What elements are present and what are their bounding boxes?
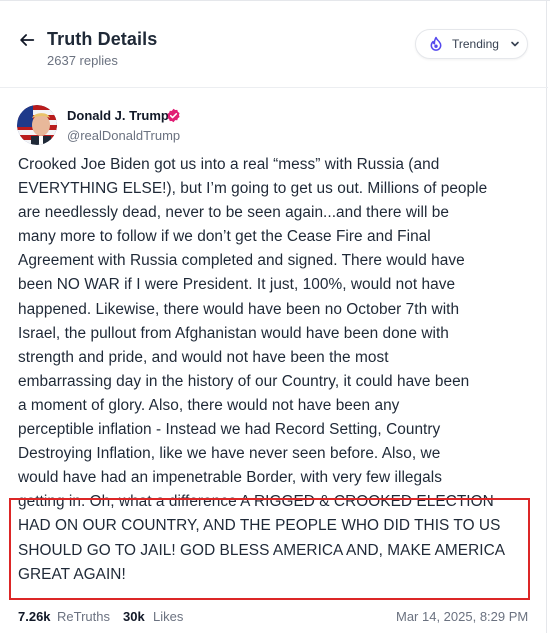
page-header: Truth Details 2637 replies Trending xyxy=(0,0,550,80)
post-text-line: SHOULD GO TO JAIL! GOD BLESS AMERICA AND… xyxy=(18,541,506,559)
back-button[interactable] xyxy=(14,28,40,52)
arrow-left-icon xyxy=(20,34,35,46)
post-text-line: getting in. Oh, what a difference A RIGG… xyxy=(18,493,494,511)
retruths-count[interactable]: 7.26k xyxy=(18,609,51,624)
retruths-label[interactable]: ReTruths xyxy=(57,609,110,624)
post-text-line: Crooked Joe Biden got us into a real “me… xyxy=(18,156,440,173)
page-title: Truth Details xyxy=(47,29,158,49)
post-text-line: happened. Likewise, there would have bee… xyxy=(18,300,460,318)
right-border xyxy=(546,0,547,633)
verified-badge-icon xyxy=(166,108,181,123)
post-text-line: a moment of glory. Also, there would not… xyxy=(18,396,400,414)
chevron-down-icon xyxy=(509,38,521,50)
post-text-line: Israel, the pullout from Afghanistan wou… xyxy=(18,324,449,342)
author-handle[interactable]: @realDonaldTrump xyxy=(67,128,180,143)
likes-count[interactable]: 30k xyxy=(123,609,145,624)
avatar[interactable] xyxy=(17,105,57,145)
post-text-line: been NO WAR if I were President. It just… xyxy=(18,276,456,294)
header-divider xyxy=(0,87,548,88)
post-text-line: are needlessly dead, never to be seen ag… xyxy=(18,204,449,222)
trending-label: Trending xyxy=(452,37,499,51)
post-text-line: perceptible inflation - Instead we had R… xyxy=(18,421,441,439)
post-text-line: HAD ON OUR COUNTRY, AND THE PEOPLE WHO D… xyxy=(18,517,501,535)
flame-icon xyxy=(428,36,444,52)
post-text-line: Agreement with Russia completed and sign… xyxy=(18,252,465,270)
post-body: Crooked Joe Biden got us into a real “me… xyxy=(18,153,530,587)
post-timestamp: Mar 14, 2025, 8:29 PM xyxy=(396,609,529,624)
post-text-line: many more to follow if we don’t get the … xyxy=(18,228,431,246)
likes-label[interactable]: Likes xyxy=(153,609,183,624)
post-text-line: Destroying Inflation, like we have never… xyxy=(18,445,441,463)
post-text-line: embarrassing day in the history of our C… xyxy=(18,372,470,390)
post-text-line: would have had an impenetrable Border, w… xyxy=(18,469,442,487)
post-stats: 7.26k ReTruths 30k Likes Mar 14, 2025, 8… xyxy=(0,606,550,628)
trending-sort-dropdown[interactable]: Trending xyxy=(415,29,528,59)
author-name[interactable]: Donald J. Trump xyxy=(67,108,169,123)
post-text-line: strength and pride, and would not have b… xyxy=(18,348,389,366)
post-text-line: GREAT AGAIN! xyxy=(18,565,126,583)
post-text-line: EVERYTHING ELSE!), but I’m going to get … xyxy=(18,180,488,198)
replies-count: 2637 replies xyxy=(47,53,118,68)
